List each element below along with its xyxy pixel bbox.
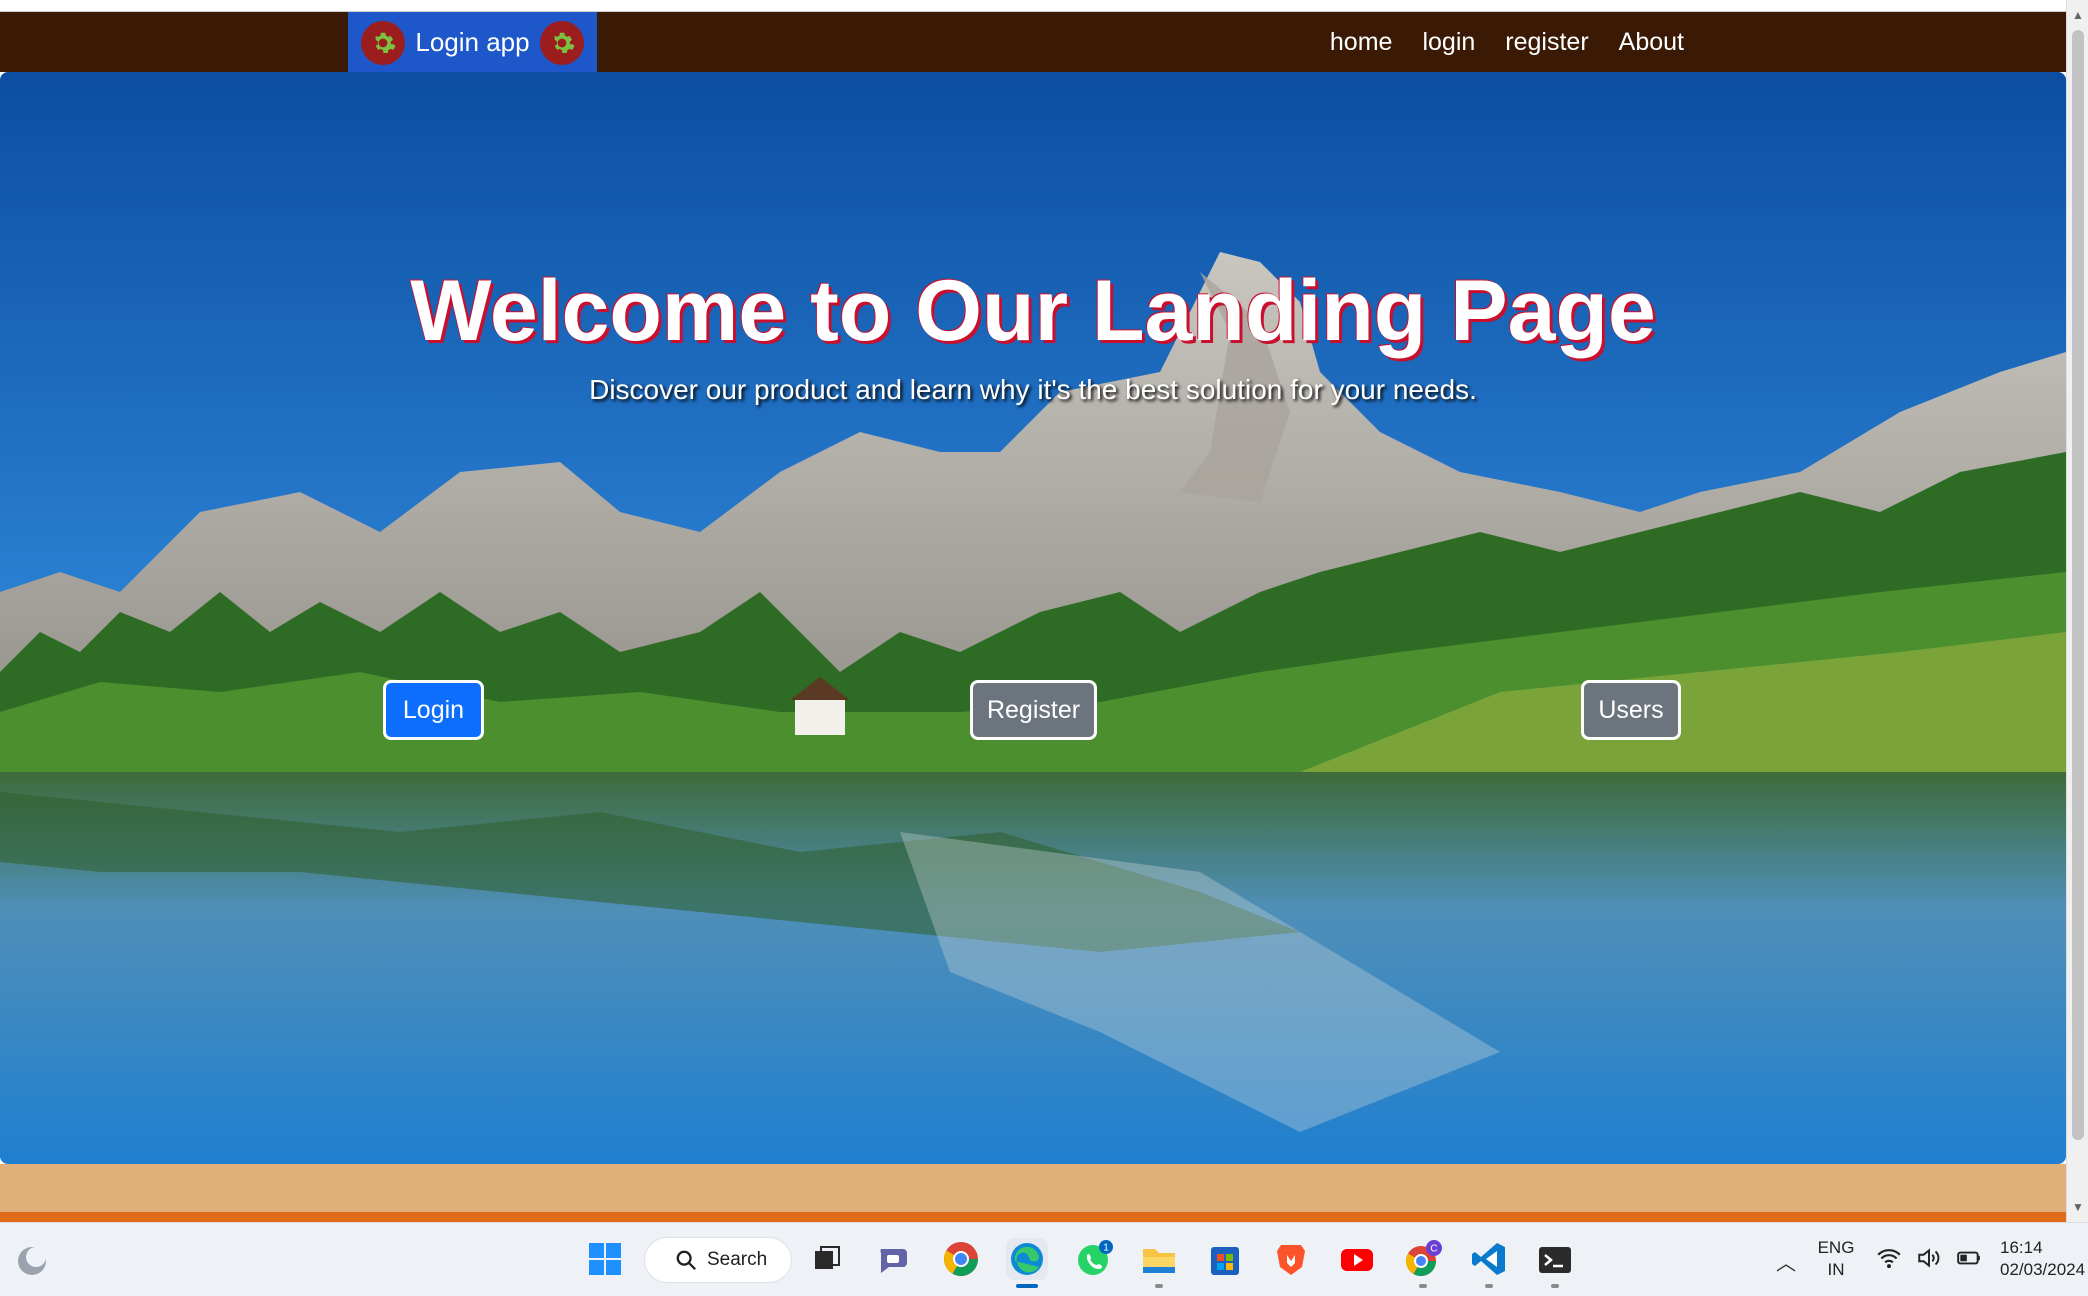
taskbar-search-box[interactable]: Search [644, 1237, 792, 1283]
browser-top-strip [0, 0, 2066, 12]
hero-section: Welcome to Our Landing Page Discover our… [0, 72, 2066, 1164]
volume-icon [1918, 1248, 1940, 1268]
nav-link-register[interactable]: register [1505, 28, 1588, 57]
edge-icon[interactable] [1006, 1238, 1048, 1288]
nav-link-home[interactable]: home [1330, 28, 1393, 57]
footer-accent-line [0, 1212, 2066, 1222]
battery-icon [1957, 1251, 1980, 1265]
brand[interactable]: Login app [348, 12, 597, 73]
clock[interactable]: 16:14 02/03/2024 [2000, 1237, 2088, 1281]
nav-link-login[interactable]: login [1422, 28, 1475, 57]
youtube-icon[interactable] [1336, 1238, 1378, 1280]
microsoft-store-icon[interactable] [1204, 1238, 1246, 1280]
search-icon [676, 1250, 696, 1270]
task-view-icon[interactable] [806, 1238, 848, 1280]
brave-browser-icon[interactable] [1270, 1238, 1312, 1280]
chrome-profile-icon[interactable]: C [1402, 1238, 1444, 1288]
terminal-icon[interactable] [1534, 1238, 1576, 1288]
chrome-icon[interactable] [940, 1238, 982, 1280]
navbar: Login app home login register About [0, 12, 2066, 73]
hero-subtitle: Discover our product and learn why it's … [589, 374, 1477, 405]
scroll-up-arrow-icon[interactable]: ▲ [2071, 8, 2085, 22]
gear-icon [539, 20, 584, 65]
language-indicator[interactable]: ENG IN [1812, 1237, 1860, 1281]
windows-taskbar: Search 1 C ︿ ENG IN 16:14 02/03/2024 [0, 1222, 2088, 1296]
hero-title: Welcome to Our Landing Page [410, 263, 1656, 359]
page-scrollbar[interactable]: ▲ ▼ [2066, 0, 2088, 1222]
whatsapp-badge: 1 [1103, 1243, 1109, 1254]
brand-label: Login app [415, 27, 530, 57]
file-explorer-icon[interactable] [1138, 1238, 1180, 1288]
login-button[interactable]: Login [383, 680, 484, 740]
hero-background-image [0, 72, 2066, 1164]
wifi-icon [1877, 1249, 1901, 1269]
teams-chat-icon[interactable] [874, 1238, 916, 1280]
scroll-down-arrow-icon[interactable]: ▼ [2071, 1200, 2085, 1214]
register-button[interactable]: Register [970, 680, 1097, 740]
windows-start-icon[interactable] [584, 1238, 626, 1280]
clock-time: 16:14 [2000, 1238, 2043, 1257]
nav-links: home login register About [1330, 12, 1684, 72]
weather-widget-icon[interactable] [14, 1243, 50, 1279]
footer-band [0, 1164, 2066, 1212]
search-label: Search [707, 1249, 768, 1270]
gear-icon [361, 20, 406, 65]
chrome-profile-badge: C [1430, 1244, 1437, 1255]
whatsapp-icon[interactable]: 1 [1072, 1238, 1114, 1280]
users-button[interactable]: Users [1581, 680, 1681, 740]
clock-date: 02/03/2024 [2000, 1260, 2086, 1279]
chevron-up-icon[interactable]: ︿ [1774, 1247, 1798, 1275]
vscode-icon[interactable] [1468, 1238, 1510, 1288]
language-code: ENG [1817, 1238, 1855, 1257]
system-tray-icons[interactable] [1876, 1245, 1982, 1271]
region-code: IN [1827, 1260, 1845, 1279]
nav-link-about[interactable]: About [1619, 28, 1684, 57]
scroll-thumb[interactable] [2072, 30, 2084, 1140]
